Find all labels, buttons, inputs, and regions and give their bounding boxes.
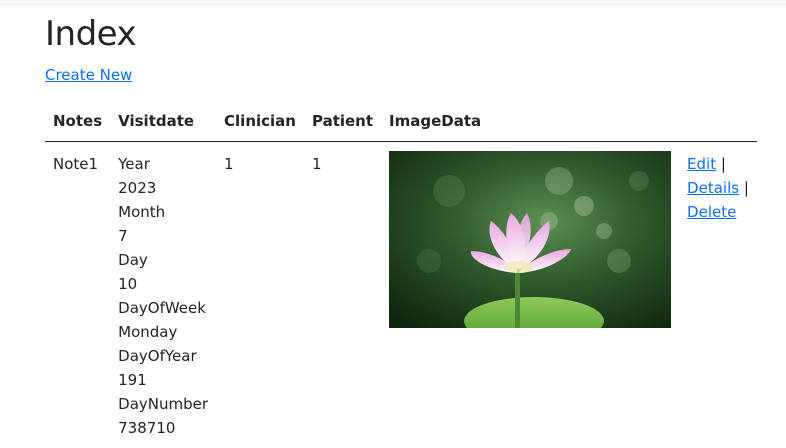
visitdate-line: DayOfYear <box>118 344 208 368</box>
delete-action-line: Delete <box>687 200 749 224</box>
visitdate-line: Month <box>118 200 208 224</box>
details-link[interactable]: Details <box>687 179 739 197</box>
cell-visitdate: Year 2023 Month 7 Day 10 DayOfWeek Monda… <box>110 142 216 448</box>
action-separator: | <box>721 155 726 173</box>
table-header-row: Notes Visitdate Clinician Patient ImageD… <box>45 109 757 142</box>
action-separator: | <box>744 179 749 197</box>
visitdate-line: 7 <box>118 224 208 248</box>
cell-patient: 1 <box>304 142 381 448</box>
visitdate-line: Monday <box>118 320 208 344</box>
cell-actions: Edit | Details | Delete <box>679 142 757 448</box>
records-table: Notes Visitdate Clinician Patient ImageD… <box>45 109 757 448</box>
delete-link[interactable]: Delete <box>687 203 736 221</box>
edit-link[interactable]: Edit <box>687 155 716 173</box>
header-visitdate: Visitdate <box>110 109 216 142</box>
browser-top-edge <box>0 0 786 5</box>
edit-action-line: Edit | <box>687 152 749 176</box>
visitdate-line: 738710 <box>118 416 208 440</box>
visitdate-line: DayOfWeek <box>118 296 208 320</box>
visitdate-line: 191 <box>118 368 208 392</box>
details-action-line: Details | <box>687 176 749 200</box>
cell-clinician: 1 <box>216 142 304 448</box>
header-patient: Patient <box>304 109 381 142</box>
cell-notes: Note1 <box>45 142 110 448</box>
header-imagedata: ImageData <box>381 109 679 142</box>
visitdate-line: Day <box>118 248 208 272</box>
table-row: Note1 Year 2023 Month 7 Day 10 DayOfWeek… <box>45 142 757 448</box>
visitdate-line: 10 <box>118 272 208 296</box>
header-actions <box>679 109 757 142</box>
visitdate-line: DayNumber <box>118 392 208 416</box>
header-clinician: Clinician <box>216 109 304 142</box>
page-title: Index <box>45 12 742 56</box>
visitdate-line: 2023 <box>118 176 208 200</box>
cell-imagedata <box>381 142 679 448</box>
main-container: Index Create New Notes Visitdate Clinici… <box>45 12 742 85</box>
visitdate-line: Year <box>118 152 208 176</box>
create-new-link[interactable]: Create New <box>45 65 132 85</box>
lotus-flower-image <box>389 151 671 328</box>
header-notes: Notes <box>45 109 110 142</box>
